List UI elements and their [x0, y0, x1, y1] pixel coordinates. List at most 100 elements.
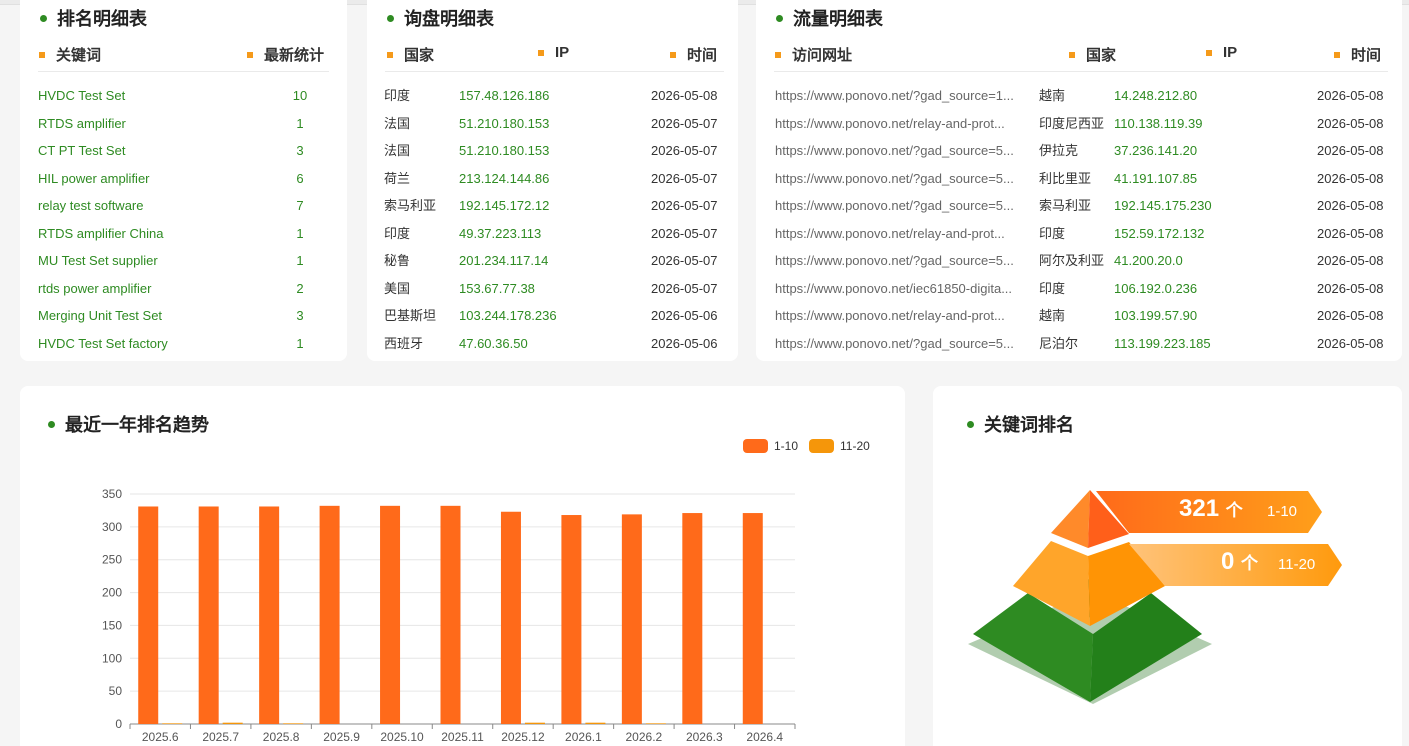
traffic-col-time: 时间 — [1334, 44, 1381, 65]
table-row[interactable]: https://www.ponovo.net/?gad_source=5... 伊… — [756, 142, 1402, 170]
bar-top10 — [682, 513, 703, 724]
table-row[interactable]: 索马利亚 192.145.172.12 2026-05-07 — [367, 197, 738, 225]
table-row[interactable]: RTDS amplifier China 1 — [20, 225, 347, 253]
count-cell: 1 — [296, 335, 304, 351]
country-cell: 巴基斯坦 — [384, 308, 437, 323]
traffic-col-url-label: 访问网址 — [792, 47, 853, 64]
url-cell: https://www.ponovo.net/relay-and-prot... — [775, 225, 1005, 241]
x-tick-label: 2026.2 — [626, 730, 663, 744]
country-cell: 法国 — [384, 143, 411, 158]
count-cell: 10 — [292, 88, 308, 103]
ip-cell: 47.60.36.50 — [459, 335, 528, 351]
url-cell: https://www.ponovo.net/?gad_source=5... — [775, 170, 1014, 186]
inquiry-col-ip-label: IP — [555, 44, 570, 61]
table-row[interactable]: HVDC Test Set factory 1 — [20, 335, 347, 362]
header-marker-icon — [670, 51, 676, 58]
table-row[interactable]: https://www.ponovo.net/relay-and-prot...… — [756, 225, 1402, 253]
table-row[interactable]: 印度 157.48.126.186 2026-05-08 — [367, 87, 738, 115]
table-row[interactable]: https://www.ponovo.net/?gad_source=5... 尼… — [756, 335, 1402, 362]
table-row[interactable]: rtds power amplifier 2 — [20, 280, 347, 308]
ip-cell: 152.59.172.132 — [1114, 225, 1205, 241]
table-row[interactable]: 美国 153.67.77.38 2026-05-07 — [367, 280, 738, 308]
table-row[interactable]: HVDC Test Set 10 — [20, 87, 347, 115]
ip-cell: 157.48.126.186 — [459, 88, 550, 103]
url-cell: https://www.ponovo.net/?gad_source=5... — [775, 198, 1014, 213]
table-row[interactable]: https://www.ponovo.net/?gad_source=5... 利… — [756, 170, 1402, 198]
table-row[interactable]: https://www.ponovo.net/relay-and-prot...… — [756, 115, 1402, 143]
url-cell: https://www.ponovo.net/relay-and-prot... — [775, 308, 1005, 323]
table-row[interactable]: 西班牙 47.60.36.50 2026-05-06 — [367, 335, 738, 362]
time-cell: 2026-05-08 — [1317, 308, 1384, 323]
time-cell: 2026-05-08 — [651, 88, 718, 103]
country-cell: 西班牙 — [384, 335, 424, 351]
traffic-col-country: 国家 — [1069, 44, 1116, 65]
country-cell: 越南 — [1039, 308, 1066, 323]
url-cell: https://www.ponovo.net/?gad_source=5... — [775, 335, 1014, 351]
table-row[interactable]: 印度 49.37.223.113 2026-05-07 — [367, 225, 738, 253]
traffic-card: 流量明细表 访问网址 国家 IP 时间 https://www.ponovo.n… — [756, 0, 1402, 361]
ranking-col-keyword-label: 关键词 — [56, 47, 102, 64]
bar-top10 — [500, 511, 521, 724]
country-cell: 阿尔及利亚 — [1039, 253, 1105, 268]
table-row[interactable]: RTDS amplifier 1 — [20, 115, 347, 143]
traffic-col-ip-label: IP — [1223, 44, 1238, 61]
ip-cell: 192.145.172.12 — [459, 198, 550, 213]
traffic-col-ip: IP — [1206, 44, 1237, 61]
pyramid-tier2-count: 0 个 — [1221, 548, 1259, 575]
header-marker-icon — [1334, 51, 1340, 58]
country-cell: 印度 — [384, 88, 411, 103]
time-cell: 2026-05-08 — [1317, 225, 1384, 241]
table-row[interactable]: CT PT Test Set 3 — [20, 142, 347, 170]
inquiry-title: 询盘明细表 — [387, 5, 494, 31]
count-cell: 3 — [296, 143, 304, 158]
table-row[interactable]: 巴基斯坦 103.244.178.236 2026-05-06 — [367, 307, 738, 335]
table-row[interactable]: MU Test Set supplier 1 — [20, 252, 347, 280]
table-row[interactable]: 荷兰 213.124.144.86 2026-05-07 — [367, 170, 738, 198]
keyword-cell: HIL power amplifier — [38, 170, 150, 186]
table-row[interactable]: https://www.ponovo.net/?gad_source=5... 索… — [756, 197, 1402, 225]
inquiry-divider — [385, 71, 724, 72]
bar-top20 — [222, 722, 243, 724]
keyword-cell: MU Test Set supplier — [38, 253, 158, 268]
table-row[interactable]: relay test software 7 — [20, 197, 347, 225]
table-row[interactable]: 秘鲁 201.234.117.14 2026-05-07 — [367, 252, 738, 280]
header-marker-icon — [387, 51, 393, 58]
header-marker-icon — [247, 51, 253, 58]
x-tick-label: 2026.4 — [746, 730, 783, 744]
url-cell: https://www.ponovo.net/iec61850-digita..… — [775, 280, 1013, 296]
time-cell: 2026-05-07 — [651, 143, 718, 158]
time-cell: 2026-05-06 — [651, 308, 718, 323]
bar-top10 — [319, 505, 340, 724]
x-tick-label: 2026.1 — [565, 730, 602, 744]
ip-cell: 49.37.223.113 — [459, 225, 542, 241]
y-tick-label: 150 — [102, 618, 122, 632]
title-dot-icon — [387, 14, 394, 22]
pyramid-tier1-label: 1-10 — [1267, 503, 1298, 520]
ranking-col-keyword: 关键词 — [39, 44, 101, 65]
table-row[interactable]: https://www.ponovo.net/iec61850-digita..… — [756, 280, 1402, 308]
keyword-cell: HVDC Test Set — [38, 88, 126, 103]
ranking-title-text: 排名明细表 — [57, 9, 147, 29]
table-row[interactable]: https://www.ponovo.net/?gad_source=1... 越… — [756, 87, 1402, 115]
ranking-card: 排名明细表 关键词 最新统计 HVDC Test Set 10 RTDS ampli… — [20, 0, 347, 361]
country-cell: 法国 — [384, 115, 411, 131]
inquiry-title-text: 询盘明细表 — [404, 9, 494, 29]
time-cell: 2026-05-08 — [1317, 143, 1384, 158]
table-row[interactable]: HIL power amplifier 6 — [20, 170, 347, 198]
ip-cell: 201.234.117.14 — [459, 253, 549, 268]
title-dot-icon — [776, 14, 783, 22]
time-cell: 2026-05-06 — [651, 335, 718, 351]
table-row[interactable]: 法国 51.210.180.153 2026-05-07 — [367, 115, 738, 143]
bar-top10 — [259, 506, 280, 724]
table-row[interactable]: Merging Unit Test Set 3 — [20, 307, 347, 335]
ip-cell: 153.67.77.38 — [459, 280, 535, 296]
trend-bar-chart: 0 50 100 150 200 250 300 350 2025.6 2025.7 2025.8 2… — [102, 487, 796, 744]
pyramid-card: 关键词排名 321 个 1-10 0 个 11-20 — [933, 386, 1402, 746]
keyword-cell: CT PT Test Set — [38, 143, 126, 158]
table-row[interactable]: https://www.ponovo.net/relay-and-prot...… — [756, 307, 1402, 335]
ranking-divider — [38, 71, 329, 72]
ip-cell: 41.191.107.85 — [1114, 170, 1198, 186]
table-row[interactable]: https://www.ponovo.net/?gad_source=5... 阿… — [756, 252, 1402, 280]
x-tick-label: 2026.3 — [686, 730, 723, 744]
table-row[interactable]: 法国 51.210.180.153 2026-05-07 — [367, 142, 738, 170]
